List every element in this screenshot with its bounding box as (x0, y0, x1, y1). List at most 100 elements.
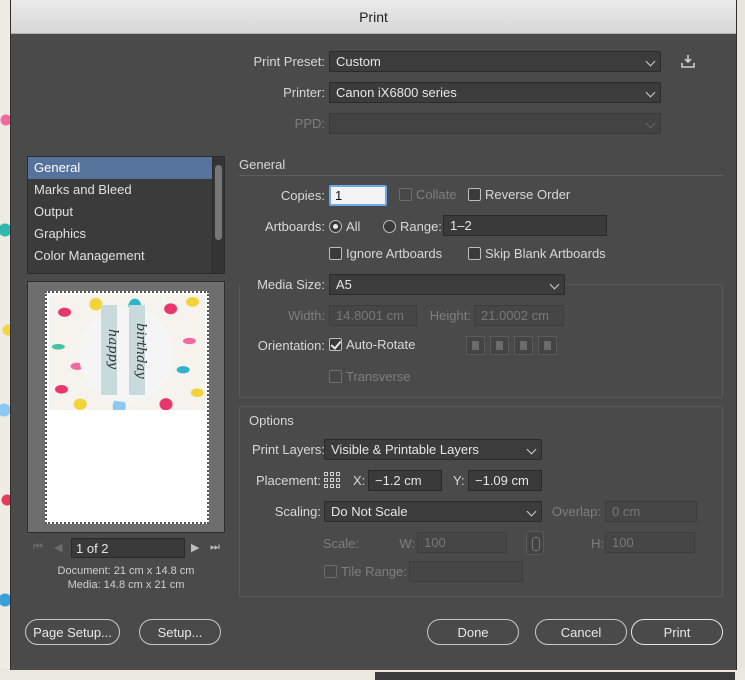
first-page-icon[interactable]: ⏮ (33, 541, 43, 554)
print-preview[interactable]: happy birthday (27, 281, 225, 533)
transverse-label: Transverse (346, 369, 411, 384)
orientation-label: Orientation: (257, 338, 325, 353)
list-scrollbar[interactable] (212, 157, 224, 273)
list-item-color-management[interactable]: Color Management (28, 245, 224, 267)
print-preset-value: Custom (336, 54, 381, 69)
overlap-field: 0 cm (605, 501, 697, 522)
printer-select[interactable]: Canon iX6800 series (329, 82, 661, 103)
scaling-select[interactable]: Do Not Scale (324, 501, 542, 522)
collate-label: Collate (416, 187, 457, 202)
tile-range-field (409, 561, 523, 582)
placement-label: Placement: (255, 473, 321, 488)
cancel-button[interactable]: Cancel (535, 619, 627, 645)
width-field: 14.8001 cm (329, 305, 417, 326)
reverse-order-checkbox[interactable] (468, 188, 481, 201)
chevron-down-icon (645, 87, 656, 98)
height-scale-field: 100 (605, 532, 695, 553)
svg-text:birthday: birthday (133, 323, 148, 379)
portrait-icon (466, 336, 485, 355)
chevron-down-icon (526, 506, 537, 517)
x-label: X: (353, 473, 366, 488)
scale-label: Scale: (322, 536, 359, 551)
chevron-down-icon (645, 56, 656, 67)
page-number-field[interactable]: 1 of 2 (71, 538, 185, 558)
copies-label: Copies: (280, 188, 325, 203)
overlap-label: Overlap: (551, 504, 601, 519)
ppd-label: PPD: (294, 116, 325, 131)
range-label: Range: (400, 219, 442, 234)
list-item-graphics[interactable]: Graphics (28, 223, 224, 245)
chevron-down-icon (526, 444, 537, 455)
ignore-artboards-checkbox[interactable] (329, 247, 342, 260)
preview-page: happy birthday (45, 291, 209, 524)
skip-blank-artboards-checkbox[interactable] (468, 247, 481, 260)
printer-value: Canon iX6800 series (336, 85, 457, 100)
list-item-general[interactable]: General (28, 157, 224, 179)
width-label: Width: (288, 308, 325, 323)
width-scale-field: 100 (417, 532, 507, 553)
general-section-title: General (239, 157, 286, 172)
last-page-icon[interactable]: ⏭ (210, 541, 220, 554)
document-size-info: Document: 21 cm x 14.8 cm (57, 565, 195, 577)
reverse-order-label: Reverse Order (485, 187, 571, 202)
done-button[interactable]: Done (427, 619, 519, 645)
media-size-info: Media: 14.8 cm x 21 cm (67, 579, 185, 591)
x-position-field[interactable]: −1.2 cm (368, 470, 442, 491)
range-radio[interactable] (383, 220, 396, 233)
all-artboards-label: All (346, 219, 361, 234)
list-item-output[interactable]: Output (28, 201, 224, 223)
landscape-flipped-icon (538, 336, 557, 355)
width-scale-label: W: (399, 536, 415, 551)
options-section-title: Options (249, 413, 294, 428)
range-field[interactable]: 1–2 (443, 215, 607, 236)
svg-text:happy: happy (105, 329, 120, 370)
category-list[interactable]: General Marks and Bleed Output Graphics … (27, 156, 225, 274)
print-preset-label: Print Preset: (253, 54, 325, 69)
media-size-label: Media Size: (241, 277, 325, 292)
transverse-checkbox (329, 370, 342, 383)
placement-grid-icon[interactable] (324, 472, 341, 489)
tile-range-label: Tile Range: (341, 564, 407, 579)
collate-checkbox (399, 188, 412, 201)
save-preset-icon[interactable] (680, 53, 696, 69)
dialog-title: Print (11, 0, 736, 34)
preview-artwork: happy birthday (49, 295, 205, 410)
ppd-select (329, 113, 661, 134)
scaling-value: Do Not Scale (331, 504, 408, 519)
auto-rotate-checkbox[interactable] (329, 338, 342, 351)
print-layers-label: Print Layers: (252, 442, 325, 457)
landscape-icon (490, 336, 509, 355)
skip-blank-artboards-label: Skip Blank Artboards (485, 246, 606, 261)
copies-field[interactable]: 1 (329, 185, 387, 206)
height-label: Height: (429, 308, 471, 323)
print-layers-value: Visible & Printable Layers (331, 442, 479, 457)
print-button[interactable]: Print (631, 619, 723, 645)
auto-rotate-label: Auto-Rotate (346, 337, 416, 352)
tile-range-checkbox (324, 565, 337, 578)
media-size-select[interactable]: A5 (329, 274, 565, 295)
preview-lettering: happy birthday (105, 323, 148, 379)
media-size-value: A5 (336, 277, 352, 292)
print-preset-select[interactable]: Custom (329, 51, 661, 72)
artboards-label: Artboards: (265, 219, 325, 234)
section-divider (239, 175, 723, 176)
scrollbar-thumb[interactable] (215, 165, 222, 240)
chevron-down-icon (549, 279, 560, 290)
chevron-down-icon (645, 118, 656, 129)
prev-page-icon[interactable]: ◀ (54, 541, 62, 554)
scaling-label: Scaling: (274, 504, 321, 519)
printer-label: Printer: (283, 85, 325, 100)
y-position-field[interactable]: −1.09 cm (468, 470, 542, 491)
page-navigator: ⏮ ◀ 1 of 2 ▶ ⏭ (27, 538, 225, 560)
constrain-proportions-icon (526, 531, 544, 555)
list-item-marks-and-bleed[interactable]: Marks and Bleed (28, 179, 224, 201)
portrait-flipped-icon (514, 336, 533, 355)
all-artboards-radio[interactable] (329, 220, 342, 233)
print-layers-select[interactable]: Visible & Printable Layers (324, 439, 542, 460)
page-setup-button[interactable]: Page Setup... (25, 619, 120, 645)
next-page-icon[interactable]: ▶ (191, 541, 199, 554)
y-label: Y: (453, 473, 465, 488)
setup-button[interactable]: Setup... (139, 619, 221, 645)
ignore-artboards-label: Ignore Artboards (346, 246, 443, 261)
height-field: 21.0002 cm (474, 305, 564, 326)
